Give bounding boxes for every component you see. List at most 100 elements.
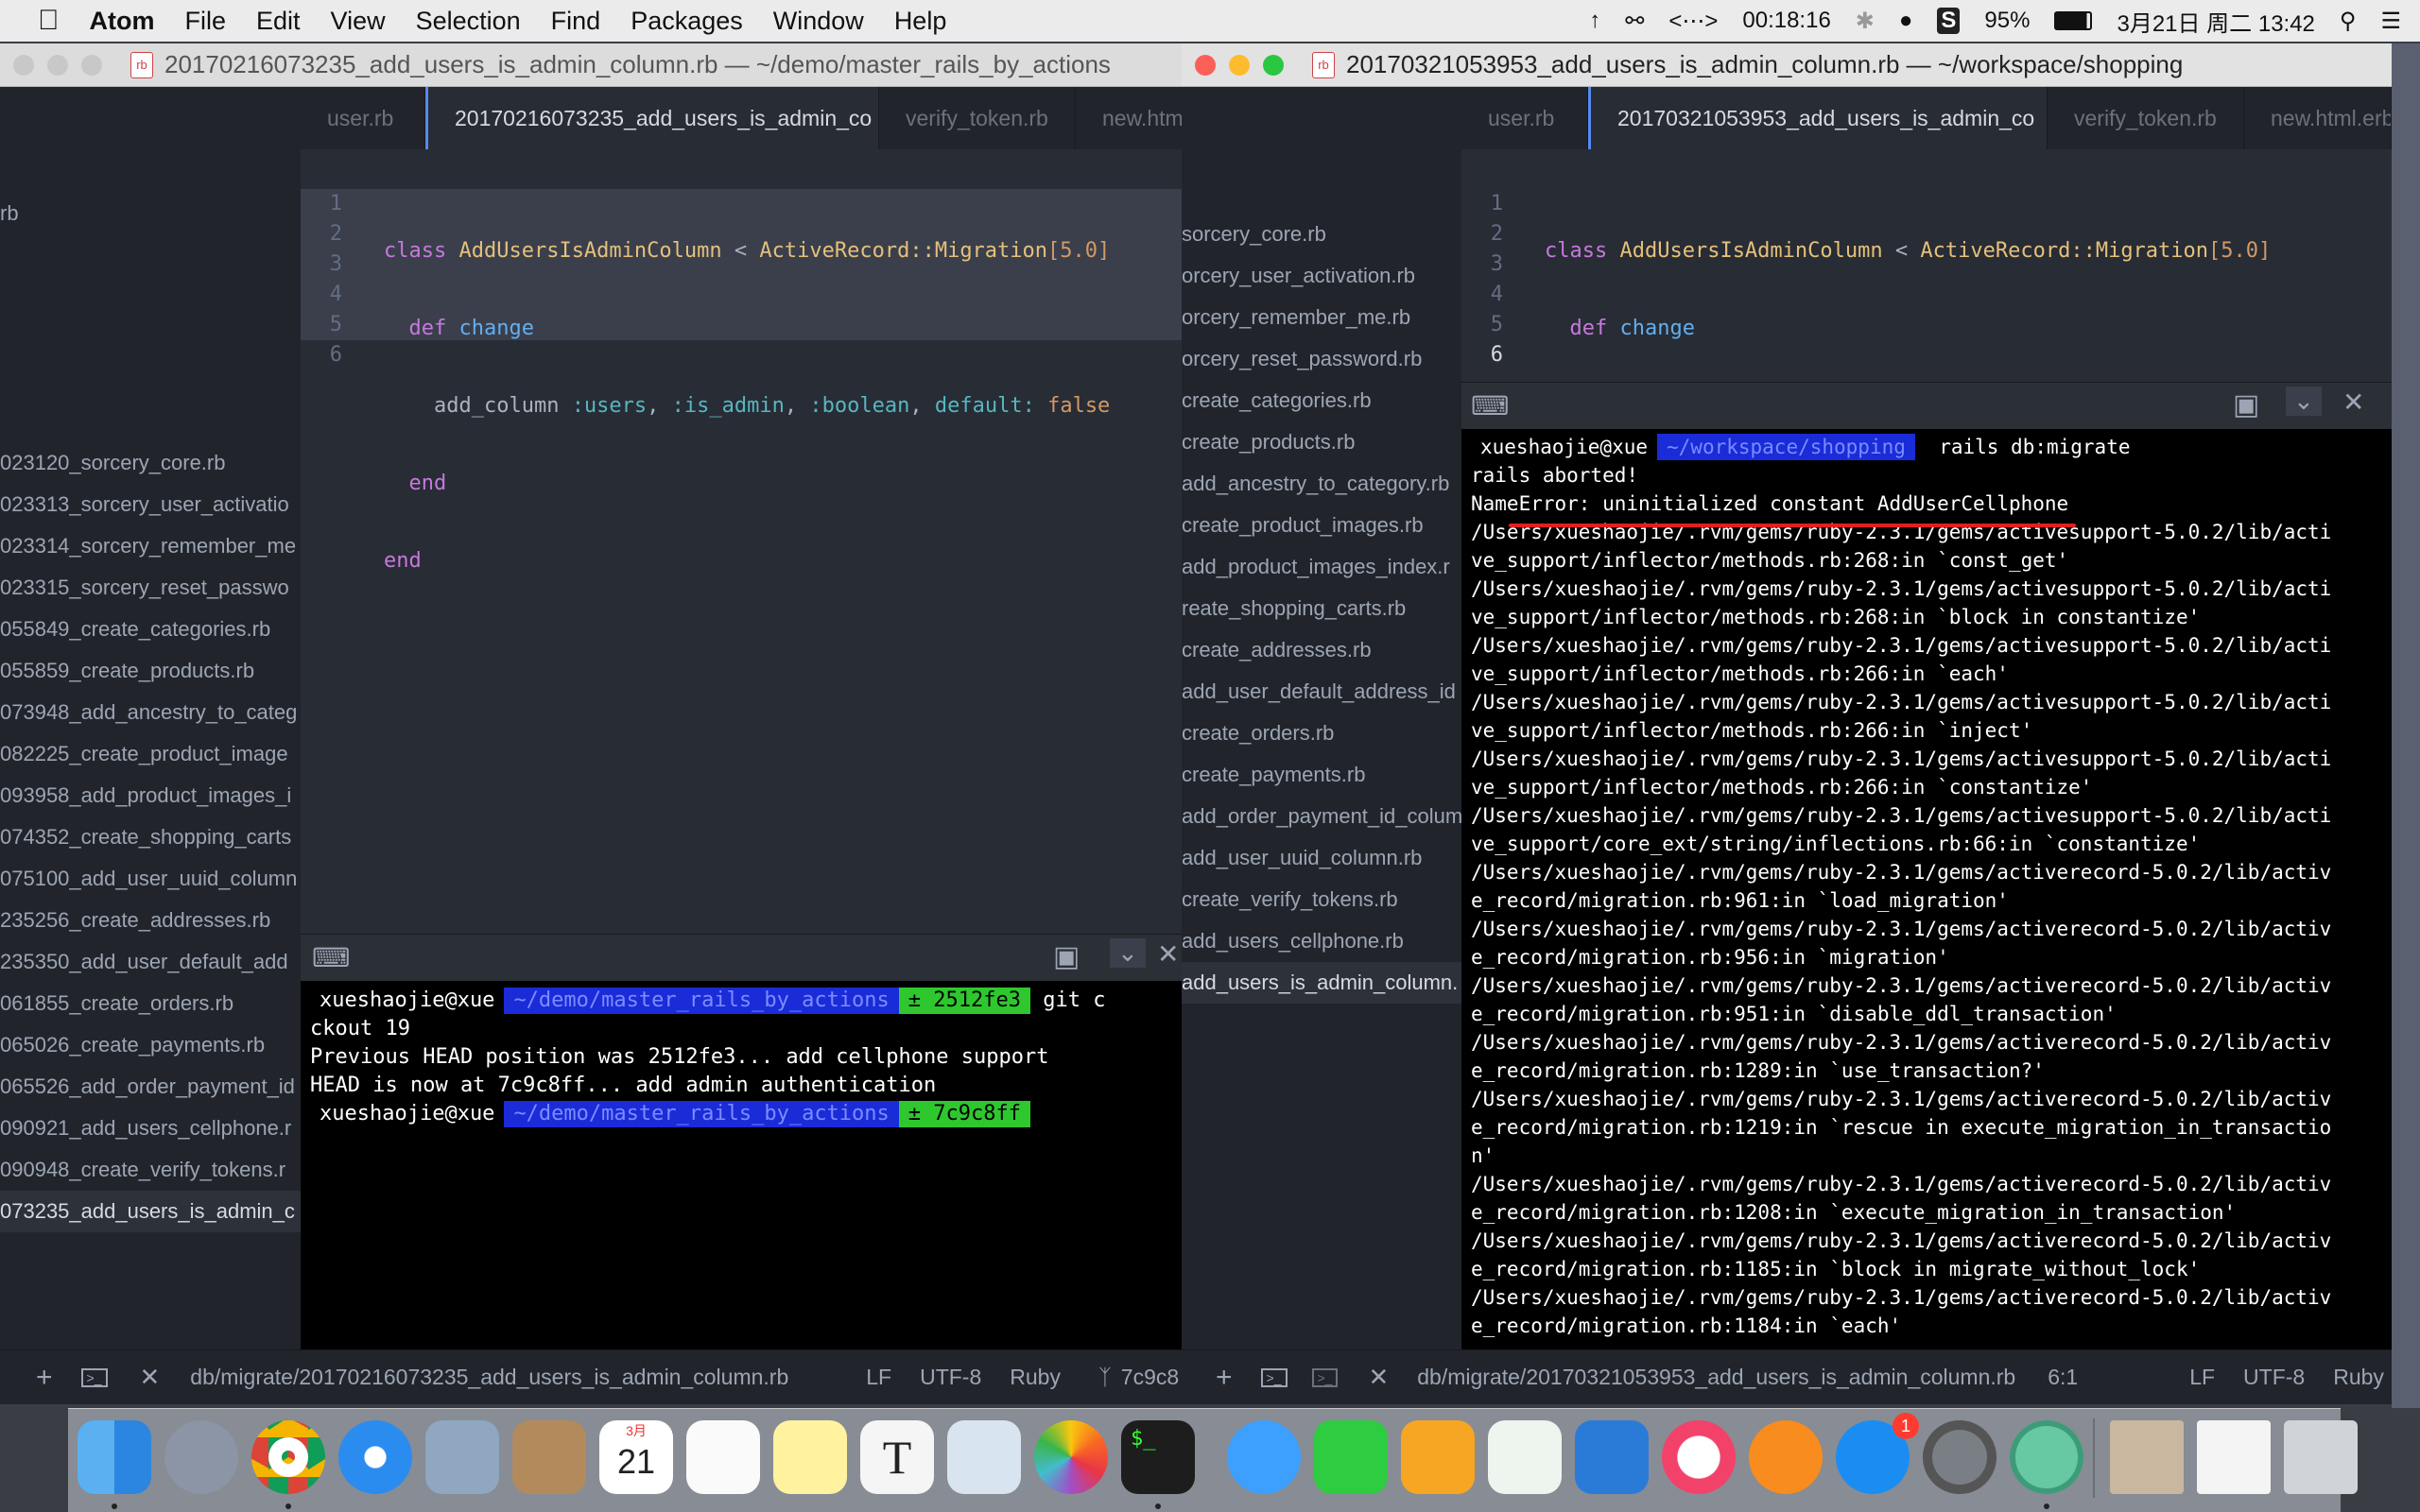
close-window-button[interactable] (13, 54, 34, 76)
tree-item[interactable]: 023120_sorcery_core.rb (0, 442, 301, 484)
menu-selection[interactable]: Selection (401, 7, 536, 36)
close-icon[interactable]: ✕ (140, 1363, 161, 1392)
tree-item[interactable]: 090921_add_users_cellphone.r (0, 1108, 301, 1149)
tree-item-selected[interactable]: add_users_is_admin_column. (1182, 962, 1461, 1004)
menu-app-atom[interactable]: Atom (75, 7, 170, 36)
s-app-icon[interactable]: S (1937, 8, 1961, 34)
zoom-window-button[interactable] (81, 54, 102, 76)
tab-verify-token[interactable]: verify_token.rb (879, 87, 1076, 149)
encoding[interactable]: UTF-8 (2243, 1365, 2305, 1390)
git-branch[interactable]: 7c9c8 (1121, 1365, 1179, 1390)
tree-item[interactable]: 065026_create_payments.rb (0, 1024, 301, 1066)
chevron-down-icon[interactable]: ⌄ (1110, 938, 1146, 968)
grammar[interactable]: Ruby (1010, 1365, 1061, 1390)
right-code-editor[interactable]: 1 2 3 4 5 6 class AddUsersIsAdminColumn … (1461, 149, 2392, 652)
minimized-window-thumbnail[interactable] (2110, 1420, 2184, 1494)
tree-item[interactable]: 235350_add_user_default_add (0, 941, 301, 983)
tree-item[interactable]: create_addresses.rb (1182, 629, 1461, 671)
tree-item[interactable]: orcery_remember_me.rb (1182, 297, 1461, 338)
timer-text[interactable]: 00:18:16 (1742, 8, 1830, 34)
textedit-icon[interactable]: T (860, 1420, 934, 1494)
tab-new-html-erb[interactable]: new.html.erb (2244, 87, 2392, 149)
tree-item[interactable]: add_ancestry_to_category.rb (1182, 463, 1461, 505)
git-branch-icon[interactable]: ᛉ (1098, 1365, 1112, 1390)
right-terminal[interactable]: xueshaojie@xue ~/workspace/shopping rails… (1461, 429, 2392, 1382)
keyboard-icon[interactable]: ⌨ (312, 942, 350, 973)
calendar-icon[interactable]: 3月 21 (599, 1420, 673, 1494)
tree-item[interactable]: add_user_uuid_column.rb (1182, 837, 1461, 879)
keynote-icon[interactable] (1575, 1420, 1649, 1494)
photos-icon[interactable] (1034, 1420, 1108, 1494)
tree-item[interactable]: 055849_create_categories.rb (0, 609, 301, 650)
cursor-position[interactable]: 6:1 (2048, 1365, 2078, 1390)
tab-user-rb[interactable]: user.rb (1461, 87, 1588, 149)
keyboard-icon[interactable]: ⌨ (1471, 390, 1509, 421)
tree-item[interactable]: orcery_reset_password.rb (1182, 338, 1461, 380)
launchpad-icon[interactable] (164, 1420, 238, 1494)
tab-verify-token[interactable]: verify_token.rb (2048, 87, 2244, 149)
tree-item[interactable]: create_products.rb (1182, 421, 1461, 463)
line-ending[interactable]: LF (2189, 1365, 2215, 1390)
facetime-icon[interactable] (1314, 1420, 1388, 1494)
bluetooth-icon[interactable]: ✱ (1856, 8, 1875, 35)
notes-icon[interactable] (773, 1420, 847, 1494)
tree-item[interactable]: rb (0, 193, 19, 234)
finder-icon[interactable] (78, 1420, 151, 1494)
tree-item[interactable]: 090948_create_verify_tokens.r (0, 1149, 301, 1191)
battery-icon[interactable] (2054, 11, 2093, 30)
terminal-icon[interactable]: >_ (1260, 1367, 1288, 1387)
tab-migration-active[interactable]: 20170321053953_add_users_is_admin_co (1588, 87, 2048, 149)
tree-item[interactable]: create_categories.rb (1182, 380, 1461, 421)
tab-new-html[interactable]: new.htm (1076, 87, 1182, 149)
tree-item[interactable]: create_product_images.rb (1182, 505, 1461, 546)
terminal-icon[interactable]: >_ (80, 1367, 108, 1387)
left-code-editor[interactable]: 1 2 3 4 5 6 class AddUsersIsAdminColumn … (301, 149, 1182, 934)
reminders-icon[interactable] (686, 1420, 760, 1494)
close-icon[interactable]: ✕ (1368, 1363, 1389, 1392)
photo-app-icon[interactable] (425, 1420, 499, 1494)
tree-item[interactable]: create_payments.rb (1182, 754, 1461, 796)
maximize-terminal-icon[interactable]: ▣ (2233, 388, 2259, 421)
add-terminal-icon[interactable]: + (1216, 1362, 1233, 1394)
tree-item[interactable]: 061855_create_orders.rb (0, 983, 301, 1024)
menu-help[interactable]: Help (879, 7, 962, 36)
pages-icon[interactable] (1401, 1420, 1475, 1494)
left-terminal[interactable]: xueshaojie@xue ~/demo/master_rails_by_act… (301, 981, 1182, 1382)
tree-item[interactable]: add_users_cellphone.rb (1182, 920, 1461, 962)
right-title-bar[interactable]: rb 20170321053953_add_users_is_admin_col… (1182, 43, 2392, 87)
close-terminal-icon[interactable]: ✕ (1157, 938, 1179, 970)
line-ending[interactable]: LF (866, 1365, 891, 1390)
tree-item[interactable]: 023314_sorcery_remember_me (0, 525, 301, 567)
spotlight-search-icon[interactable]: ⚲ (2340, 8, 2357, 35)
close-window-button[interactable] (1195, 54, 1216, 76)
atom-app-icon[interactable] (2010, 1420, 2083, 1494)
battery-text[interactable]: 95% (1984, 8, 2030, 34)
menu-edit[interactable]: Edit (241, 7, 316, 36)
ibooks-icon[interactable] (1749, 1420, 1823, 1494)
code-arrows-icon[interactable]: <⋯> (1668, 8, 1718, 35)
tab-migration-active[interactable]: 20170216073235_add_users_is_admin_co (425, 87, 879, 149)
trash-icon[interactable] (2284, 1420, 2358, 1494)
menu-find[interactable]: Find (536, 7, 616, 36)
tree-item[interactable]: add_user_default_address_id (1182, 671, 1461, 713)
chrome-icon[interactable] (251, 1420, 325, 1494)
menu-window[interactable]: Window (758, 7, 879, 36)
preview-icon[interactable] (947, 1420, 1021, 1494)
left-title-bar[interactable]: rb 20170216073235_add_users_is_admin_col… (0, 43, 1182, 87)
itunes-icon[interactable] (1662, 1420, 1736, 1494)
tree-item[interactable]: 082225_create_product_image (0, 733, 301, 775)
contacts-icon[interactable] (512, 1420, 586, 1494)
tree-item[interactable]: 023313_sorcery_user_activatio (0, 484, 301, 525)
tree-item[interactable]: 235256_create_addresses.rb (0, 900, 301, 941)
notification-center-icon[interactable]: ☰ (2380, 8, 2401, 35)
tree-item[interactable]: orcery_user_activation.rb (1182, 255, 1461, 297)
upload-arrow-icon[interactable]: ↑ (1589, 8, 1600, 34)
tree-item[interactable]: reate_shopping_carts.rb (1182, 588, 1461, 629)
tree-item[interactable]: 093958_add_product_images_i (0, 775, 301, 816)
tree-item[interactable]: add_product_images_index.r (1182, 546, 1461, 588)
minimize-window-button[interactable] (1229, 54, 1250, 76)
chevron-down-icon[interactable]: ⌄ (2286, 387, 2322, 416)
tree-item[interactable]: create_orders.rb (1182, 713, 1461, 754)
add-terminal-icon[interactable]: + (36, 1362, 53, 1394)
wifi-icon[interactable]: ● (1899, 8, 1913, 34)
